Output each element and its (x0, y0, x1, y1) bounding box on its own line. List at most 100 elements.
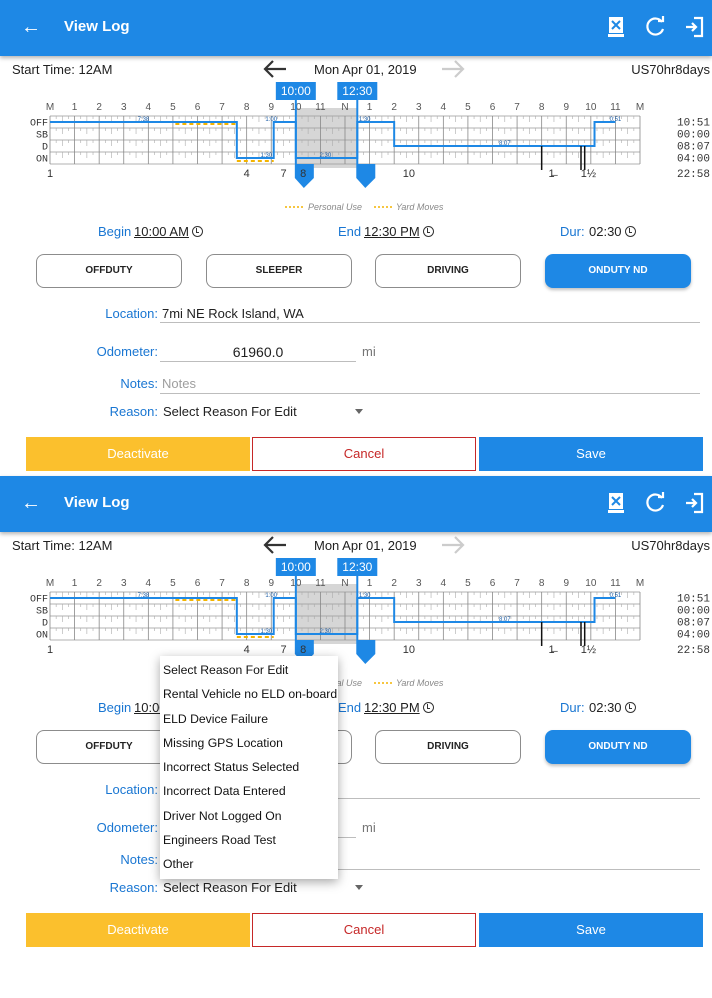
grand-total: 22:58 (677, 169, 710, 181)
hour-tick-label: 11 (315, 578, 326, 589)
reason-option[interactable]: ELD Device Failure (160, 707, 338, 731)
back-arrow-icon[interactable]: ← (18, 14, 44, 40)
clock-icon (191, 226, 203, 237)
location-label: Location: (105, 782, 158, 797)
driving-button[interactable]: DRIVING (375, 254, 521, 288)
row-total: 08:07 (677, 142, 710, 154)
log-graph[interactable]: M1234567891011N1234567891011MOFFSBDON10:… (0, 82, 712, 218)
sleeper-button[interactable]: SLEEPER (206, 254, 352, 288)
hour-tick-label: M (636, 102, 644, 113)
begin-time-field[interactable]: 10:00 AM (134, 224, 203, 239)
refresh-icon[interactable] (643, 490, 669, 516)
location-field[interactable]: 7mi NE Rock Island, WA (162, 306, 304, 321)
segment-duration-label: 7:38 (138, 117, 150, 123)
duration-field[interactable]: 02:30 (589, 700, 636, 715)
hour-tick-label: 11 (610, 578, 621, 589)
onduty-nd-button[interactable]: ONDUTY ND (545, 254, 691, 288)
delete-log-icon[interactable] (603, 14, 629, 40)
begin-label: Begin (98, 700, 132, 715)
notes-label: Notes: (120, 376, 158, 391)
segment-duration-label: 0:51 (610, 117, 622, 123)
reason-option[interactable]: Rental Vehicle no ELD on-board (160, 682, 338, 706)
segment-duration-label: 1:00 (265, 593, 277, 599)
reason-option[interactable]: Missing GPS Location (160, 731, 338, 755)
notes-field[interactable]: Notes (162, 376, 196, 391)
previous-day-icon[interactable] (262, 58, 288, 80)
odometer-field[interactable]: 61960.0 (160, 344, 356, 360)
yard-moves-legend: Yard Moves (396, 202, 444, 212)
save-button[interactable]: Save (479, 913, 703, 947)
back-arrow-icon[interactable]: ← (18, 490, 44, 516)
row-label: OFF (30, 595, 48, 606)
reason-select-value: Select Reason For Edit (163, 404, 297, 419)
reason-option[interactable]: Driver Not Logged On (160, 804, 338, 828)
odometer-unit: mi (362, 820, 376, 835)
delete-log-icon[interactable] (603, 490, 629, 516)
previous-day-icon[interactable] (262, 534, 288, 556)
row-label: ON (36, 155, 48, 166)
hour-tick-label: 7 (514, 102, 520, 113)
log-graph[interactable]: M1234567891011N1234567891011MOFFSBDON10:… (0, 558, 712, 694)
segment-duration-label: 8:07 (499, 141, 511, 147)
dropdown-arrow-icon (355, 885, 363, 890)
driving-button[interactable]: DRIVING (375, 730, 521, 764)
hour-tick-label: M (46, 102, 54, 113)
duration-value: 02:30 (589, 700, 622, 715)
clock-icon (624, 226, 636, 237)
onduty-nd-button[interactable]: ONDUTY ND (545, 730, 691, 764)
hour-tick-label: 8 (539, 578, 545, 589)
personal-use-legend: Personal Use (308, 202, 362, 212)
hour-tick-label: 4 (146, 102, 152, 113)
hour-tick-label: 2 (96, 102, 102, 113)
event-marker-label: 1 (47, 168, 53, 180)
odometer-label: Odometer: (96, 344, 158, 359)
start-time-handle-label: 10:00 (281, 84, 311, 98)
hour-tick-label: M (46, 578, 54, 589)
segment-duration-label: 2:30 (319, 629, 331, 635)
reason-select[interactable]: Select Reason For Edit (163, 404, 373, 422)
reason-dropdown-menu: Select Reason For Edit Rental Vehicle no… (160, 656, 338, 879)
hour-tick-label: 2 (391, 102, 397, 113)
save-button[interactable]: Save (479, 437, 703, 471)
logout-icon[interactable] (682, 490, 708, 516)
end-time-handle-label: 12:30 (342, 84, 372, 98)
cancel-button[interactable]: Cancel (252, 437, 476, 471)
end-time-field[interactable]: 12:30 PM (364, 224, 434, 239)
start-time-label: Start Time: 12AM (12, 62, 113, 77)
row-total: 00:00 (677, 130, 710, 142)
log-header: Start Time: 12AM Mon Apr 01, 2019 US70hr… (0, 58, 712, 82)
row-total: 10:51 (677, 594, 710, 606)
deactivate-button[interactable]: Deactivate (26, 437, 250, 471)
hour-tick-label: 9 (268, 102, 274, 113)
deactivate-button[interactable]: Deactivate (26, 913, 250, 947)
end-time-value: 12:30 PM (364, 700, 420, 715)
cancel-button[interactable]: Cancel (252, 913, 476, 947)
reason-select[interactable]: Select Reason For Edit (163, 880, 373, 898)
duration-field[interactable]: 02:30 (589, 224, 636, 239)
end-time-value: 12:30 PM (364, 224, 420, 239)
end-time-field[interactable]: 12:30 PM (364, 700, 434, 715)
next-day-icon[interactable] (440, 58, 466, 80)
reason-option[interactable]: Other (160, 852, 338, 876)
offduty-button[interactable]: OFFDUTY (36, 254, 182, 288)
refresh-icon[interactable] (643, 14, 669, 40)
odometer-underline (160, 361, 356, 362)
event-marker-label: 1 (47, 644, 53, 656)
log-date: Mon Apr 01, 2019 (314, 538, 417, 553)
hour-tick-label: 3 (121, 102, 127, 113)
hour-tick-label: 11 (610, 102, 621, 113)
hour-tick-label: 8 (244, 102, 250, 113)
reason-option[interactable]: Incorrect Data Entered (160, 779, 338, 803)
next-day-icon[interactable] (440, 534, 466, 556)
start-time-handle-label: 10:00 (281, 560, 311, 574)
reason-option[interactable]: Engineers Road Test (160, 828, 338, 852)
reason-option[interactable]: Incorrect Status Selected (160, 755, 338, 779)
row-label: SB (36, 607, 48, 618)
hour-tick-label: 10 (585, 578, 597, 589)
hour-tick-label: 5 (170, 102, 176, 113)
hour-tick-label: 9 (563, 102, 569, 113)
view-log-screen: ← View Log Start Time: 12AM Mon Apr 01, … (0, 0, 712, 476)
event-marker-label: 4 (244, 644, 250, 656)
reason-option[interactable]: Select Reason For Edit (160, 658, 338, 682)
logout-icon[interactable] (682, 14, 708, 40)
